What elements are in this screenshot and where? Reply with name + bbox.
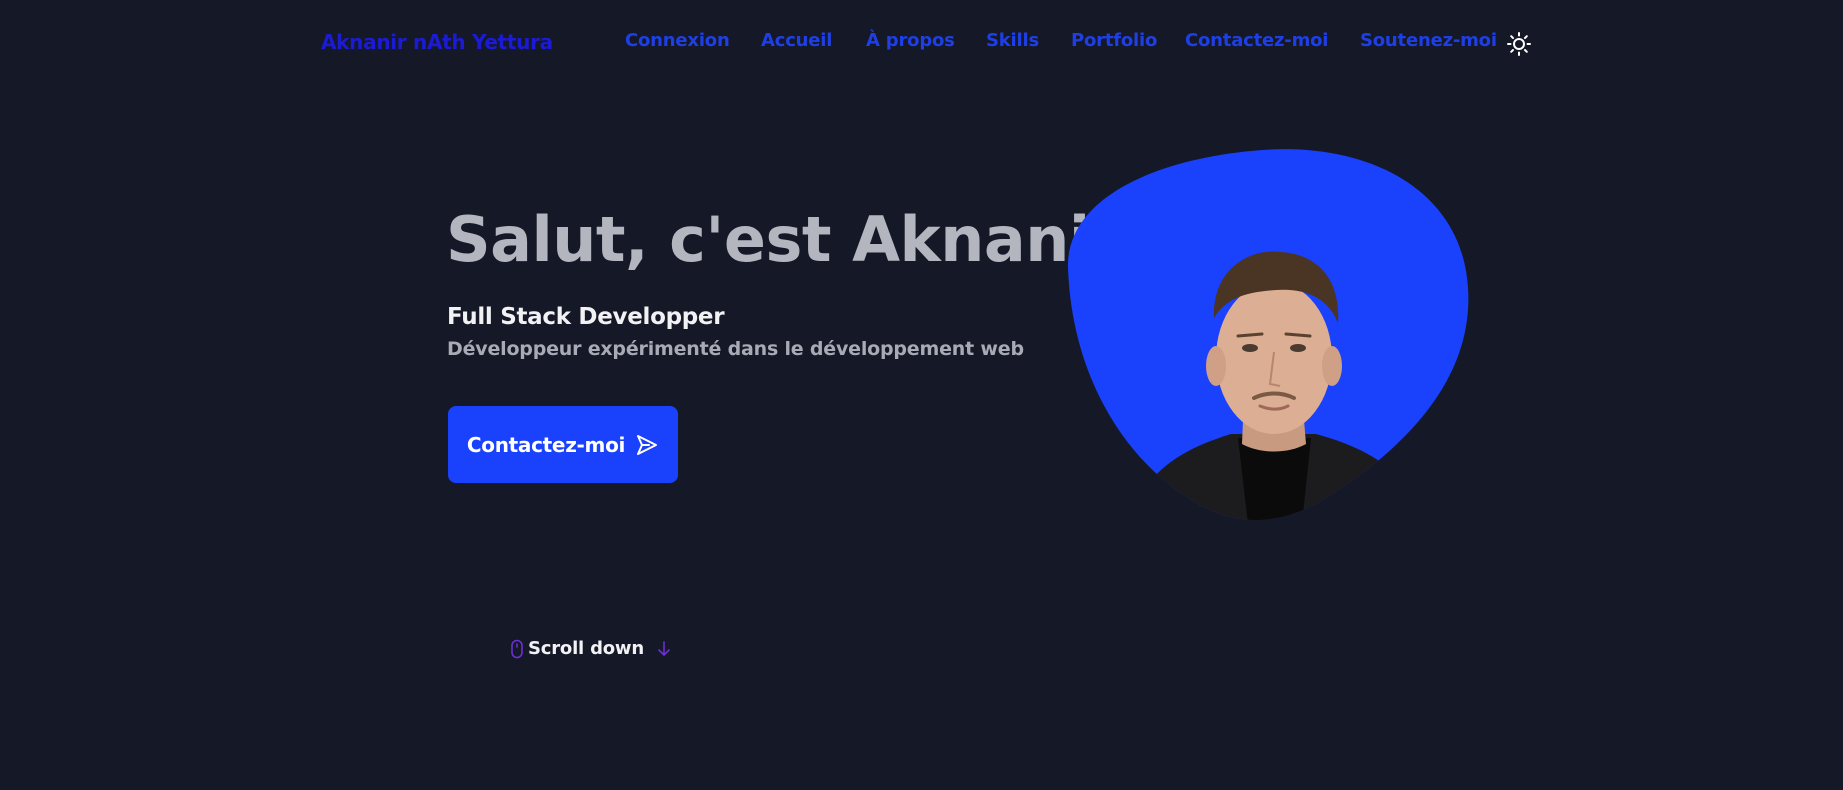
scroll-down-link[interactable]: Scroll down — [510, 638, 674, 659]
hero-blob — [1067, 149, 1469, 521]
nav-soutenez-moi[interactable]: Soutenez-moi — [1360, 30, 1497, 51]
main-nav: Connexion Accueil À propos Skills Portfo… — [0, 30, 1843, 56]
mouse-icon — [511, 639, 523, 658]
nav-skills[interactable]: Skills — [986, 30, 1039, 51]
hero-title: Salut, c'est Aknanir — [446, 203, 1120, 276]
nav-connexion[interactable]: Connexion — [625, 30, 730, 51]
hero-description: Développeur expérimenté dans le développ… — [447, 338, 1024, 360]
arrow-down-icon — [658, 640, 670, 656]
scroll-down-label: Scroll down — [528, 638, 644, 659]
theme-toggle-button[interactable] — [1506, 31, 1532, 57]
nav-portfolio[interactable]: Portfolio — [1071, 30, 1157, 51]
hero-subtitle: Full Stack Developper — [447, 304, 725, 330]
contact-button[interactable]: Contactez-moi — [448, 406, 678, 483]
nav-a-propos[interactable]: À propos — [866, 30, 955, 51]
contact-button-label: Contactez-moi — [466, 432, 626, 457]
nav-contactez-moi[interactable]: Contactez-moi — [1185, 30, 1328, 51]
sun-icon — [1507, 32, 1531, 56]
send-icon — [637, 434, 658, 455]
nav-accueil[interactable]: Accueil — [761, 30, 832, 51]
